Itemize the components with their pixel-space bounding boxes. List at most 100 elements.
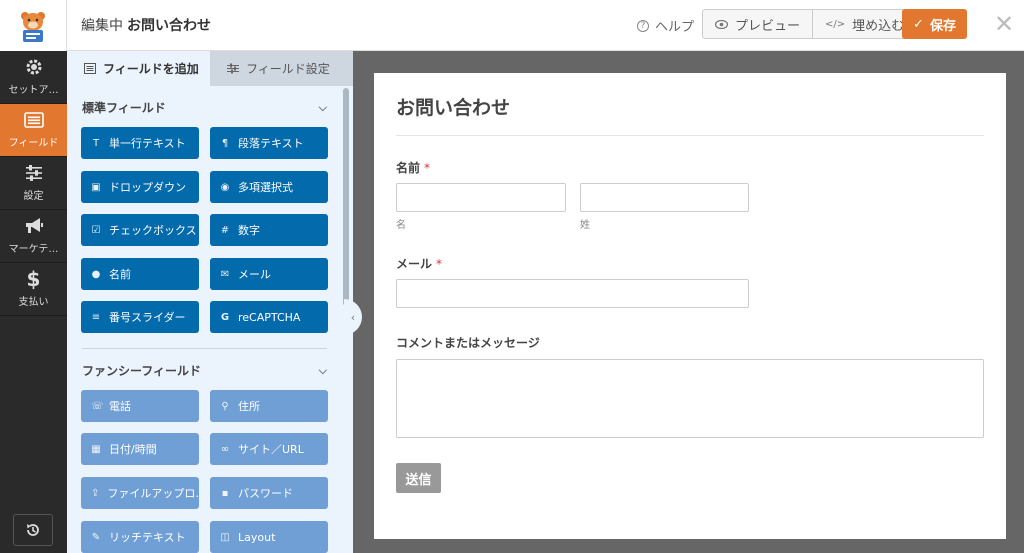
sidebar-item-label: 設定 <box>23 191 44 202</box>
chevron-left-icon: ‹ <box>350 310 356 324</box>
hash-icon: # <box>220 224 230 236</box>
question-icon: ? <box>637 19 649 32</box>
field-button-password[interactable]: ▪ パスワード <box>210 477 328 509</box>
sidebar-item-settings[interactable]: 設定 <box>0 157 67 210</box>
dropdown-icon: ▣ <box>91 181 101 193</box>
field-button-checkboxes[interactable]: ☑ チェックボックス <box>81 214 199 246</box>
save-label: 保存 <box>929 18 956 34</box>
field-label: 数字 <box>238 224 260 237</box>
form-canvas: お問い合わせ 名前 * 名 姓 メール * コメントまたはメッセージ 送信 <box>374 73 1006 539</box>
megaphone-icon <box>24 217 44 235</box>
label-text: コメントまたはメッセージ <box>396 336 540 350</box>
preview-embed-group: プレビュー </> 埋め込む <box>702 9 918 39</box>
last-name-input[interactable] <box>580 183 749 212</box>
field-button-file-upload[interactable]: ⇪ ファイルアップロ… <box>81 477 199 509</box>
field-label: チェックボックス <box>109 224 197 237</box>
radio-icon: ◉ <box>220 181 230 193</box>
save-button[interactable]: ✓ 保存 <box>902 9 967 39</box>
fancy-fields-header[interactable]: ファンシーフィールド ⌵ <box>82 362 327 379</box>
field-label: 単一行テキスト <box>109 137 186 150</box>
name-field-label[interactable]: 名前 * <box>396 159 430 176</box>
map-pin-icon: ⚲ <box>221 400 229 412</box>
checkbox-icon: ☑ <box>91 224 101 236</box>
close-icon[interactable]: ✕ <box>992 12 1016 36</box>
sliders-icon <box>24 164 44 182</box>
tab-add-fields[interactable]: フィールドを追加 <box>67 51 210 86</box>
preview-button[interactable]: プレビュー <box>703 10 812 38</box>
field-label: 住所 <box>238 400 260 413</box>
embed-button[interactable]: </> 埋め込む <box>812 10 916 38</box>
tab-label: フィールドを追加 <box>103 62 199 76</box>
calendar-icon: ▦ <box>91 443 101 455</box>
standard-fields-header[interactable]: 標準フィールド ⌵ <box>82 99 327 116</box>
field-button-phone[interactable]: ☏ 電話 <box>81 390 199 422</box>
embed-label: 埋め込む <box>852 18 905 34</box>
field-label: ドロップダウン <box>109 181 186 194</box>
field-label: ファイルアップロ… <box>107 487 199 500</box>
section-title: 標準フィールド <box>82 101 166 115</box>
sidebar-item-marketing[interactable]: マーケテ… <box>0 210 67 263</box>
help-label: ヘルプ <box>655 20 695 35</box>
sidebar-item-payments[interactable]: $ 支払い <box>0 263 67 316</box>
field-button-dropdown[interactable]: ▣ ドロップダウン <box>81 171 199 203</box>
field-button-name[interactable]: ● 名前 <box>81 258 199 290</box>
field-button-number-slider[interactable]: ≡ 番号スライダー <box>81 301 199 333</box>
required-marker: * <box>424 161 431 175</box>
sidebar-item-setup[interactable]: セットア… <box>0 51 67 104</box>
link-icon: ∞ <box>220 443 230 455</box>
field-button-single-line-text[interactable]: T 単一行テキスト <box>81 127 199 159</box>
upload-icon: ⇪ <box>91 487 100 499</box>
revisions-button[interactable] <box>13 514 53 546</box>
section-divider <box>82 348 327 349</box>
field-label: サイト／URL <box>238 443 304 456</box>
fields-list-icon <box>23 111 44 129</box>
field-button-multiple-choice[interactable]: ◉ 多項選択式 <box>210 171 328 203</box>
field-button-layout[interactable]: ◫ Layout <box>210 521 328 553</box>
page-title: 編集中 お問い合わせ <box>81 15 211 35</box>
submit-button[interactable]: 送信 <box>396 463 441 493</box>
envelope-icon: ✉ <box>220 268 230 280</box>
dollar-icon: $ <box>26 267 41 291</box>
sidebar-item-fields[interactable]: フィールド <box>0 104 67 157</box>
tab-field-options[interactable]: フィールド設定 <box>210 51 353 86</box>
chevron-down-icon: ⌵ <box>318 363 327 377</box>
field-label: リッチテキスト <box>109 531 186 544</box>
code-icon: </> <box>825 18 846 30</box>
help-link[interactable]: ? ヘルプ <box>637 16 694 35</box>
main-sidebar: セットア… フィールド 設定 マーケテ… $ 支払い <box>0 51 67 553</box>
panel-scrollbar[interactable] <box>343 88 349 306</box>
field-label: Layout <box>238 530 276 544</box>
field-label: reCAPTCHA <box>238 310 301 324</box>
field-button-date-time[interactable]: ▦ 日付/時間 <box>81 433 199 465</box>
label-text: 名前 <box>396 161 421 175</box>
email-field-label[interactable]: メール * <box>396 255 442 272</box>
bear-mascot-icon <box>21 11 45 42</box>
panel-tabs: フィールドを追加 フィールド設定 <box>67 51 353 86</box>
field-label: 名前 <box>109 268 131 281</box>
field-button-address[interactable]: ⚲ 住所 <box>210 390 328 422</box>
field-button-website-url[interactable]: ∞ サイト／URL <box>210 433 328 465</box>
field-button-recaptcha[interactable]: GreCAPTCHA <box>210 301 328 333</box>
wpforms-logo <box>0 0 67 51</box>
first-name-input[interactable] <box>396 183 566 212</box>
field-label: 電話 <box>109 400 131 413</box>
comment-field-label[interactable]: コメントまたはメッセージ <box>396 334 540 351</box>
google-icon: G <box>220 311 230 323</box>
form-name: お問い合わせ <box>127 18 211 34</box>
text-icon: T <box>92 137 100 149</box>
layout-icon: ◫ <box>220 531 230 543</box>
field-label: メール <box>238 268 271 281</box>
slider-icon: ≡ <box>91 311 101 323</box>
required-marker: * <box>436 257 443 271</box>
field-button-email[interactable]: ✉ メール <box>210 258 328 290</box>
field-label: 多項選択式 <box>238 181 293 194</box>
field-button-paragraph-text[interactable]: ¶ 段落テキスト <box>210 127 328 159</box>
field-label: 段落テキスト <box>238 137 304 150</box>
email-input[interactable] <box>396 279 749 308</box>
tab-label: フィールド設定 <box>246 62 330 76</box>
comment-textarea[interactable] <box>396 359 984 438</box>
field-button-rich-text[interactable]: ✎ リッチテキスト <box>81 521 199 553</box>
field-label: 日付/時間 <box>109 443 157 456</box>
field-button-numbers[interactable]: # 数字 <box>210 214 328 246</box>
chevron-down-icon: ⌵ <box>318 100 327 114</box>
